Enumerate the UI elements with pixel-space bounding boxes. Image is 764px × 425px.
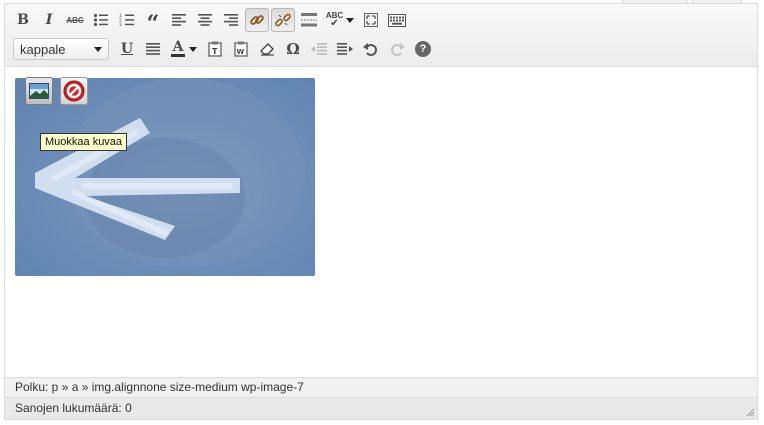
chevron-down-icon xyxy=(189,46,197,52)
toolbar-row-1: B I ABC 1 2 3 “ ABC ✔ xyxy=(11,7,411,37)
paste-as-text-button[interactable]: T xyxy=(203,37,227,61)
special-character-button[interactable]: Ω xyxy=(281,37,305,61)
read-more-icon xyxy=(301,13,317,27)
align-right-icon xyxy=(224,14,238,26)
fullscreen-icon xyxy=(364,13,378,27)
blockquote-button[interactable]: “ xyxy=(141,8,165,37)
bold-icon: B xyxy=(17,12,29,28)
align-left-icon xyxy=(172,14,186,26)
chevron-down-icon xyxy=(94,47,102,52)
undo-button[interactable] xyxy=(359,37,383,61)
text-color-icon: A xyxy=(171,39,185,57)
link-icon xyxy=(250,15,264,25)
unlink-icon xyxy=(275,13,291,27)
paste-word-icon: W xyxy=(234,41,248,57)
align-right-button[interactable] xyxy=(219,8,243,32)
format-select[interactable]: kappale xyxy=(13,38,109,60)
element-path: Polku: p » a » img.alignnone size-medium… xyxy=(15,380,304,394)
rich-text-editor: B I ABC 1 2 3 “ ABC ✔ kappale U A T W Ω … xyxy=(4,3,758,420)
undo-icon xyxy=(363,43,377,56)
element-path-bar: Polku: p » a » img.alignnone size-medium… xyxy=(5,377,757,397)
resize-handle-icon[interactable] xyxy=(745,407,755,417)
outdent-icon xyxy=(311,43,327,55)
bold-button[interactable]: B xyxy=(11,8,35,32)
keyboard-icon xyxy=(388,13,406,27)
svg-text:W: W xyxy=(237,48,245,56)
indent-button[interactable] xyxy=(333,37,357,61)
help-button[interactable]: ? xyxy=(411,37,435,61)
bullet-list-icon xyxy=(93,13,108,27)
chevron-down-icon xyxy=(346,17,355,23)
underline-button[interactable]: U xyxy=(115,37,139,61)
paste-text-icon: T xyxy=(208,41,222,57)
spellcheck-button[interactable]: ABC ✔ xyxy=(323,8,357,32)
clear-formatting-button[interactable] xyxy=(255,37,279,61)
blockquote-icon: “ xyxy=(146,11,160,37)
delete-icon xyxy=(63,80,85,102)
justify-button[interactable] xyxy=(141,37,165,61)
edit-image-tooltip: Muokkaa kuvaa xyxy=(40,133,128,151)
image-photo xyxy=(35,78,305,268)
numbered-list-icon: 1 2 3 xyxy=(119,13,134,27)
align-center-icon xyxy=(198,14,212,26)
bullet-list-button[interactable] xyxy=(89,8,113,32)
italic-button[interactable]: I xyxy=(37,8,61,32)
italic-icon: I xyxy=(45,12,53,28)
strikethrough-button[interactable]: ABC xyxy=(63,8,87,32)
indent-icon xyxy=(337,43,353,55)
text-color-button[interactable]: A xyxy=(167,37,201,61)
align-center-button[interactable] xyxy=(193,8,217,32)
omega-icon: Ω xyxy=(286,40,300,58)
redo-button[interactable] xyxy=(385,37,409,61)
insert-more-button[interactable] xyxy=(297,8,321,32)
align-justify-icon xyxy=(146,43,160,55)
editor-toolbar: B I ABC 1 2 3 “ ABC ✔ kappale U A T W Ω … xyxy=(5,4,757,67)
spellcheck-icon: ABC ✔ xyxy=(325,11,344,29)
redo-icon xyxy=(391,43,405,56)
format-select-value: kappale xyxy=(20,41,66,57)
toggle-toolbar-button[interactable] xyxy=(385,8,409,32)
strikethrough-icon: ABC xyxy=(66,15,84,25)
fullscreen-button[interactable] xyxy=(359,8,383,32)
editor-content-area[interactable]: Muokkaa kuvaa xyxy=(5,67,757,377)
image-icon xyxy=(29,83,49,99)
selected-image[interactable] xyxy=(15,78,315,276)
paste-from-word-button[interactable]: W xyxy=(229,37,253,61)
word-count: Sanojen lukumäärä: 0 xyxy=(15,401,132,415)
svg-text:T: T xyxy=(212,47,218,56)
underline-icon: U xyxy=(120,41,134,57)
eraser-icon xyxy=(260,43,274,56)
delete-image-button[interactable] xyxy=(60,77,88,105)
outdent-button[interactable] xyxy=(307,37,331,61)
toolbar-row-2: kappale U A T W Ω ? xyxy=(11,36,437,62)
numbered-list-button[interactable]: 1 2 3 xyxy=(115,8,139,32)
svg-text:3: 3 xyxy=(119,22,122,27)
align-left-button[interactable] xyxy=(167,8,191,32)
edit-image-button[interactable] xyxy=(25,77,53,105)
insert-link-button[interactable] xyxy=(245,8,269,32)
help-icon: ? xyxy=(415,41,431,57)
word-count-bar: Sanojen lukumäärä: 0 xyxy=(5,397,757,419)
unlink-button[interactable] xyxy=(271,8,295,32)
